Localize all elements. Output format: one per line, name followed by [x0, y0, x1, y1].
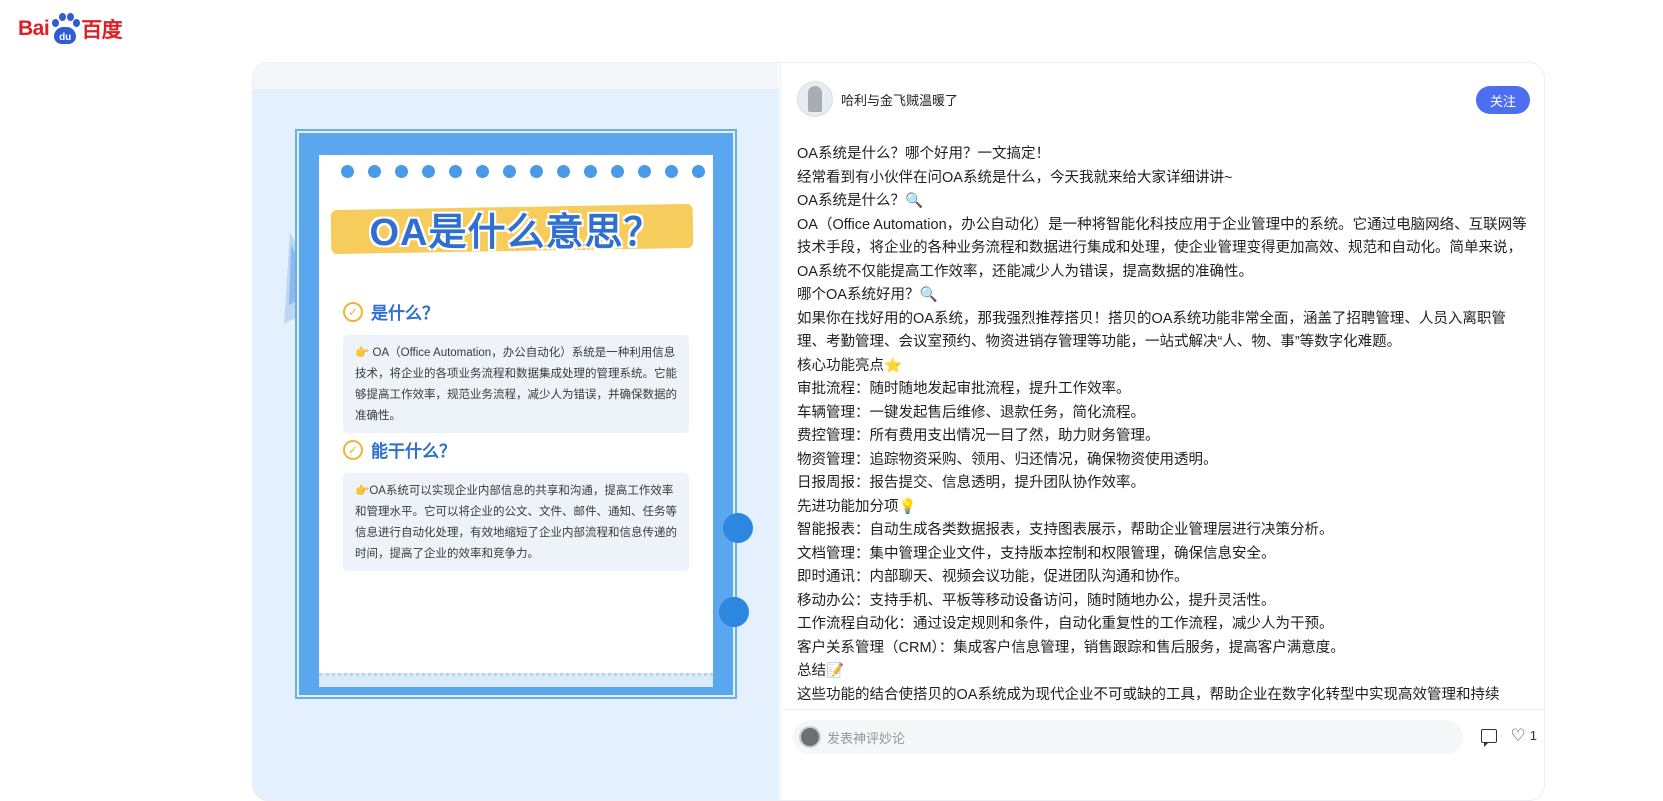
like-count: 1: [1529, 728, 1537, 743]
comment-input[interactable]: 发表神评妙论: [793, 720, 1463, 754]
follow-button[interactable]: 关注: [1476, 86, 1530, 114]
post-line: 智能报表：自动生成各类数据报表，支持图表展示，帮助企业管理层进行决策分析。: [797, 522, 1334, 538]
poster-title: OA是什么意思？: [369, 212, 663, 254]
poster-section1-text: 👉 OA（Office Automation，办公自动化）系统是一种利用信息技术…: [343, 335, 689, 433]
logo-text-cn: 百度: [81, 19, 123, 42]
logo-text-bai: Bai: [18, 17, 50, 40]
user-avatar: [799, 726, 821, 748]
poster-section2-heading: ✓ 能干什么？: [343, 437, 456, 462]
notebook-holes: [341, 165, 705, 178]
post-line: 即时通讯：内部聊天、视频会议功能，促进团队沟通和协作。: [797, 569, 1189, 585]
post-line: 总结📝: [797, 663, 845, 679]
post-line: 移动办公：支持手机、平板等移动设备访问，随时随地办公，提升灵活性。: [797, 592, 1276, 609]
post-line: 工作流程自动化：通过设定规则和条件，自动化重复性的工作流程，减少人为干预。: [797, 616, 1334, 632]
post-image[interactable]: OA是什么意思？ ✓ 是什么？ 👉 OA（Office Automation，办…: [253, 89, 779, 800]
like-button[interactable]: ♡ 1: [1511, 727, 1537, 744]
post-line: 经常看到有小伙伴在问OA系统是什么，今天我就来给大家详细讲讲~: [797, 169, 1233, 186]
post-media[interactable]: OA是什么意思？ ✓ 是什么？ 👉 OA（Office Automation，办…: [253, 63, 779, 800]
post-line: 如果你在找好用的OA系统，那我强烈推荐搭贝！搭贝的OA系统功能非常全面，涵盖了招…: [797, 310, 1506, 351]
post-line: 物资管理：追踪物资采购、领用、归还情况，确保物资使用透明。: [797, 451, 1218, 468]
post-line: 这些功能的结合使搭贝的OA系统成为现代企业不可或缺的工具，帮助企业在数字化转型中…: [797, 686, 1500, 703]
author-info[interactable]: 哈利与金飞贼温暖了: [797, 81, 958, 117]
post-panel: 哈利与金飞贼温暖了 关注 OA系统是什么？哪个好用？一文搞定！ 经常看到有小伙伴在…: [780, 63, 1544, 800]
check-icon: ✓: [343, 439, 363, 460]
post-line: 审批流程：随时随地发起审批流程，提升工作效率。: [797, 381, 1131, 397]
author-name[interactable]: 哈利与金飞贼温暖了: [841, 90, 958, 109]
baidu-logo[interactable]: Bai du 百度: [18, 12, 123, 46]
flower-decoration: [727, 517, 749, 539]
check-icon: ✓: [343, 301, 363, 322]
post-line: 哪个OA系统好用？🔍: [797, 287, 938, 303]
poster-section1-heading: ✓ 是什么？: [343, 299, 439, 324]
paper-torn-edge: [319, 673, 713, 687]
post-line: 客户关系管理（CRM）：集成客户信息管理，销售跟踪和售后服务，提高客户满意度。: [797, 639, 1345, 656]
comment-bar: 发表神评妙论 ♡ 1: [781, 709, 1544, 800]
comment-icon[interactable]: [1480, 728, 1497, 747]
poster-paper: OA是什么意思？ ✓ 是什么？ 👉 OA（Office Automation，办…: [319, 155, 713, 687]
paw-icon: du: [50, 13, 81, 45]
heart-icon: ♡: [1510, 726, 1526, 745]
post-line: 车辆管理：一键发起售后维修、退款任务，简化流程。: [797, 404, 1145, 421]
post-line: 先进功能加分项💡: [797, 498, 917, 515]
post-line: OA（Office Automation，办公自动化）是一种将智能化科技应用于企…: [797, 216, 1527, 280]
post-card: OA是什么意思？ ✓ 是什么？ 👉 OA（Office Automation，办…: [252, 62, 1545, 801]
comment-placeholder: 发表神评妙论: [827, 730, 906, 746]
post-line: OA系统是什么？🔍: [797, 193, 924, 209]
post-line: 核心功能亮点⭐: [797, 357, 903, 374]
post-line: 文档管理：集中管理企业文件，支持版本控制和权限管理，确保信息安全。: [797, 545, 1276, 562]
post-content[interactable]: OA系统是什么？哪个好用？一文搞定！ 经常看到有小伙伴在问OA系统是什么，今天我就…: [797, 143, 1527, 709]
post-line: OA系统是什么？哪个好用？一文搞定！: [797, 146, 1050, 162]
post-line: 日报周报：报告提交、信息透明，提升团队协作效率。: [797, 475, 1145, 491]
flower-decoration: [723, 601, 745, 623]
logo-text-du: du: [54, 27, 77, 44]
poster-section2-text: 👉OA系统可以实现企业内部信息的共享和沟通，提高工作效率和管理水平。它可以将企业…: [343, 473, 689, 571]
author-avatar[interactable]: [797, 81, 833, 117]
post-actions: ♡ 1: [1480, 727, 1537, 747]
post-line: 费控管理：所有费用支出情况一目了然，助力财务管理。: [797, 428, 1160, 444]
